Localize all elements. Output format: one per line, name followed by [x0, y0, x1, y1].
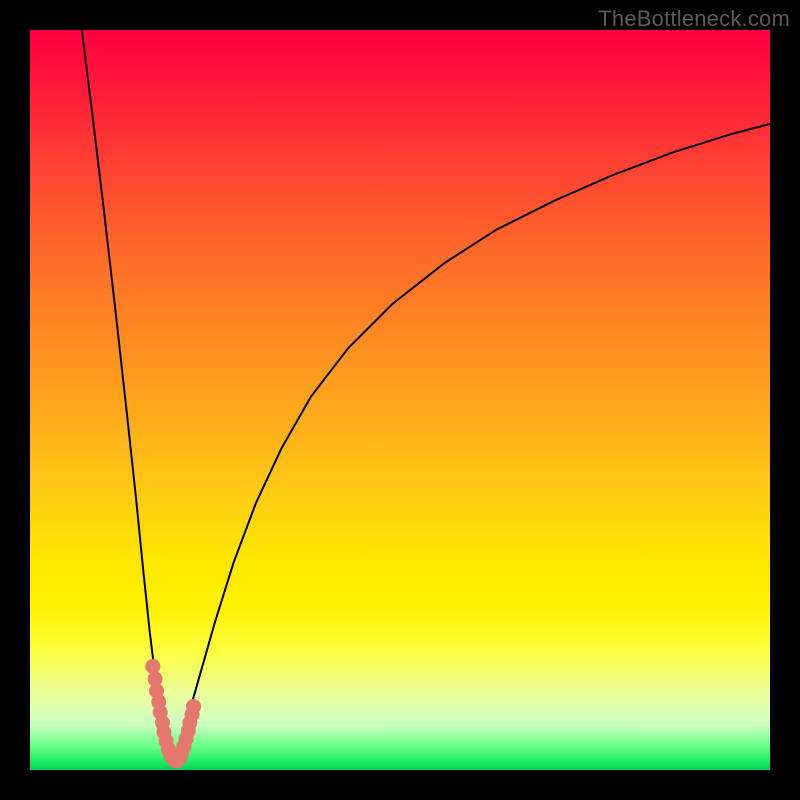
marker-dot	[186, 699, 201, 714]
series-left-branch	[82, 30, 171, 763]
outer-frame: TheBottleneck.com	[0, 0, 800, 800]
data-point-markers	[145, 659, 201, 769]
series-right-branch	[171, 124, 770, 763]
watermark-text: TheBottleneck.com	[598, 6, 790, 32]
bottleneck-curve	[82, 30, 770, 763]
curve-layer	[30, 30, 770, 770]
plot-area	[30, 30, 770, 770]
marker-dot	[145, 659, 160, 674]
